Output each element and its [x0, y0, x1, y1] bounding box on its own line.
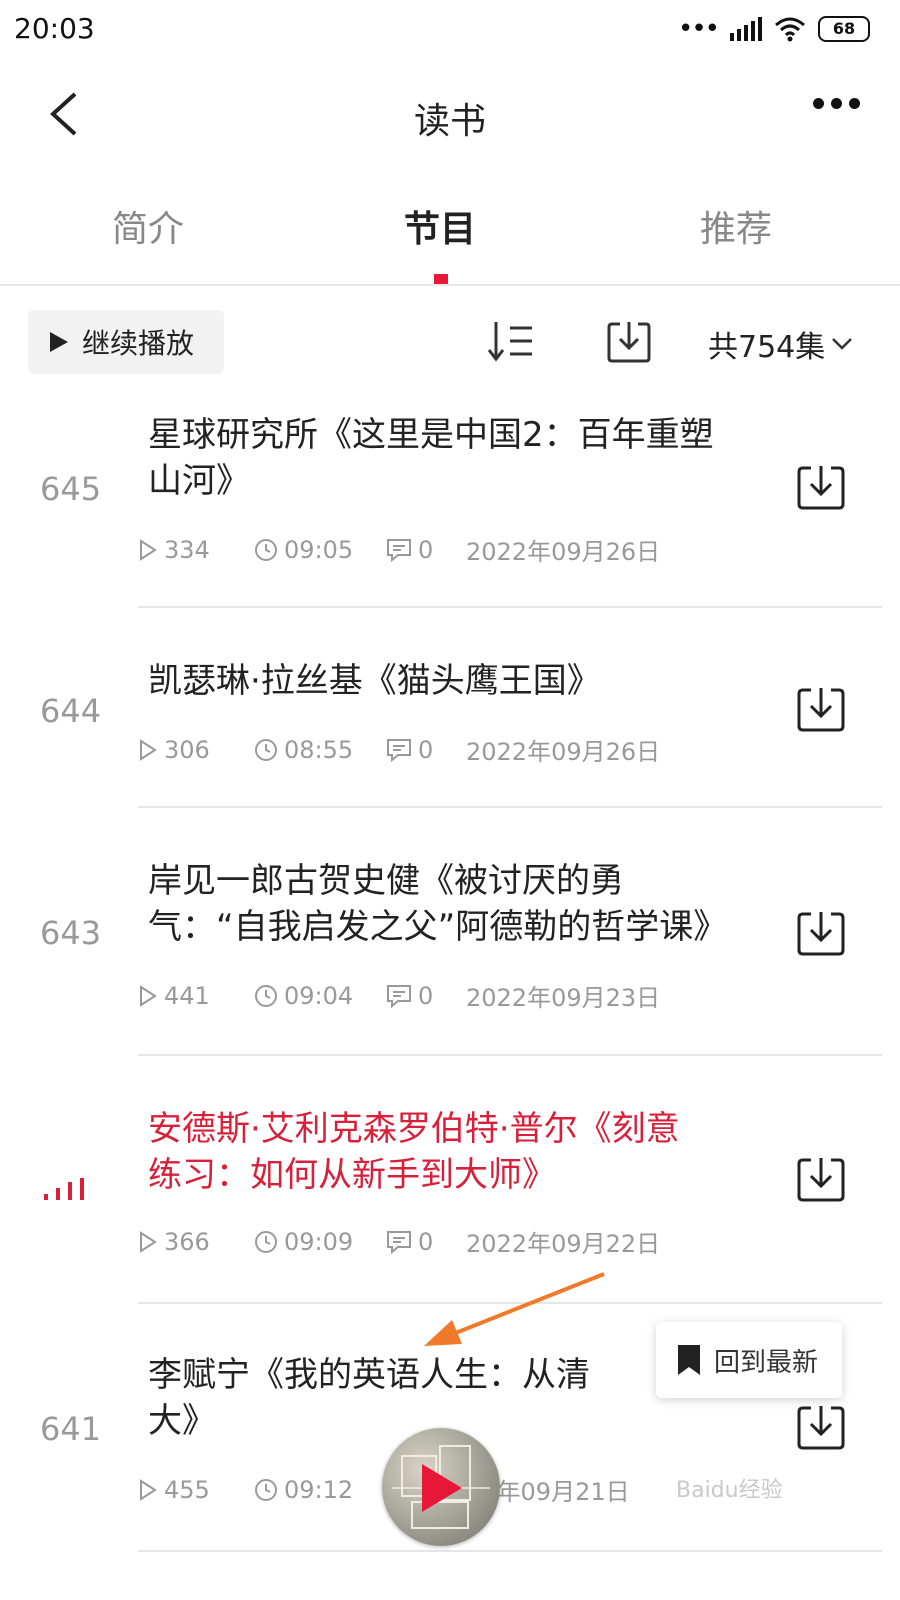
continue-play-label: 继续播放	[82, 327, 195, 360]
signal-icon	[730, 17, 762, 41]
episode-number: 645	[40, 470, 102, 508]
comment-count: 0	[386, 536, 466, 564]
download-all-button[interactable]	[606, 320, 652, 368]
watermark: Baidu经验	[676, 1478, 783, 1503]
episode-meta: 334 09:05 0 2022年09月26日	[138, 532, 660, 567]
back-to-latest-label: 回到最新	[714, 1347, 819, 1378]
duration: 09:09	[254, 1228, 386, 1256]
more-icon[interactable]	[813, 98, 860, 109]
download-icon	[797, 466, 845, 510]
status-time: 20:03	[14, 12, 95, 45]
continue-play-button[interactable]: 继续播放	[28, 310, 224, 374]
episode-toolbar: 继续播放 共754集	[0, 300, 900, 390]
download-button[interactable]	[796, 686, 846, 732]
page-title: 读书	[413, 101, 486, 142]
play-count: 366	[138, 1228, 254, 1256]
divider	[138, 1054, 882, 1056]
episode-meta: 366 09:09 0 2022年09月22日	[138, 1224, 660, 1259]
divider	[138, 1302, 882, 1304]
bookmark-icon	[678, 1345, 700, 1375]
sort-icon	[487, 322, 532, 362]
divider	[138, 806, 882, 808]
download-button[interactable]	[796, 910, 846, 956]
tab-indicator	[434, 274, 448, 284]
episode-count-label: 共754集	[708, 330, 826, 365]
download-icon	[797, 1406, 845, 1450]
download-icon	[797, 1158, 845, 1202]
tab-intro[interactable]: 简介	[48, 200, 248, 252]
list-item[interactable]: 644 凯瑟琳·拉丝基《猫头鹰王国》 306 08:55 0 2022年09月2…	[0, 610, 900, 808]
divider	[138, 1550, 882, 1552]
download-icon	[607, 322, 651, 363]
episode-number: 643	[40, 914, 102, 952]
publish-date: 2022年09月26日	[466, 538, 661, 566]
duration: 09:04	[254, 982, 386, 1010]
back-to-latest-button[interactable]: 回到最新	[656, 1322, 842, 1398]
now-playing-equalizer-icon	[44, 1178, 84, 1200]
comment-count: 0	[386, 736, 466, 764]
wifi-icon	[775, 17, 805, 42]
comment-count: 0	[386, 982, 466, 1010]
mini-player-button[interactable]	[382, 1428, 500, 1546]
episode-title: 安德斯·艾利克森罗伯特·普尔《刻意 练习：如何从新手到大师》	[148, 1109, 680, 1195]
episode-title: 岸见一郎古贺史健《被讨厌的勇 气：“自我启发之父”阿德勒的哲学课》	[148, 861, 728, 947]
play-count: 334	[138, 536, 254, 564]
status-bar: 20:03 ••• 68	[0, 0, 900, 64]
chevron-down-icon	[832, 338, 853, 350]
publish-date: 2022年09月26日	[466, 738, 661, 766]
list-item[interactable]: 643 岸见一郎古贺史健《被讨厌的勇 气：“自我启发之父”阿德勒的哲学课》 44…	[0, 810, 900, 1056]
duration: 09:05	[254, 536, 386, 564]
episode-title: 凯瑟琳·拉丝基《猫头鹰王国》	[148, 661, 601, 701]
download-icon	[797, 912, 845, 956]
tab-recommend[interactable]: 推荐	[636, 200, 836, 252]
episode-title: 星球研究所《这里是中国2：百年重塑 山河》	[148, 415, 714, 501]
download-button[interactable]	[796, 1404, 846, 1450]
episode-meta: 441 09:04 0 2022年09月23日	[138, 978, 660, 1013]
dots-icon: •••	[677, 14, 720, 44]
episode-number: 641	[40, 1410, 102, 1448]
publish-date: 2022年09月22日	[466, 1230, 661, 1258]
download-button[interactable]	[796, 1156, 846, 1202]
list-item-now-playing[interactable]: 安德斯·艾利克森罗伯特·普尔《刻意 练习：如何从新手到大师》 366 09:09…	[0, 1058, 900, 1304]
download-icon	[797, 688, 845, 732]
download-button[interactable]	[796, 464, 846, 510]
nav-bar: 读书	[0, 64, 900, 164]
battery-icon: 68	[818, 16, 870, 42]
duration: 08:55	[254, 736, 386, 764]
play-count: 441	[138, 982, 254, 1010]
list-item[interactable]: 645 星球研究所《这里是中国2：百年重塑 山河》 334 09:05 0 20…	[0, 400, 900, 608]
play-icon	[50, 332, 68, 352]
divider	[138, 606, 882, 608]
tab-episodes[interactable]: 节目	[340, 200, 540, 252]
status-icons: ••• 68	[678, 14, 870, 44]
episode-number: 644	[40, 692, 102, 730]
episode-meta: 306 08:55 0 2022年09月26日	[138, 732, 660, 767]
publish-date: 2022年09月23日	[466, 984, 661, 1012]
sort-button[interactable]	[486, 320, 536, 366]
play-icon	[422, 1464, 462, 1512]
play-count: 455	[138, 1476, 254, 1504]
episode-count-dropdown[interactable]: 共754集	[708, 322, 853, 366]
play-count: 306	[138, 736, 254, 764]
tab-bar: 简介 节目 推荐	[0, 170, 900, 286]
comment-count: 0	[386, 1228, 466, 1256]
